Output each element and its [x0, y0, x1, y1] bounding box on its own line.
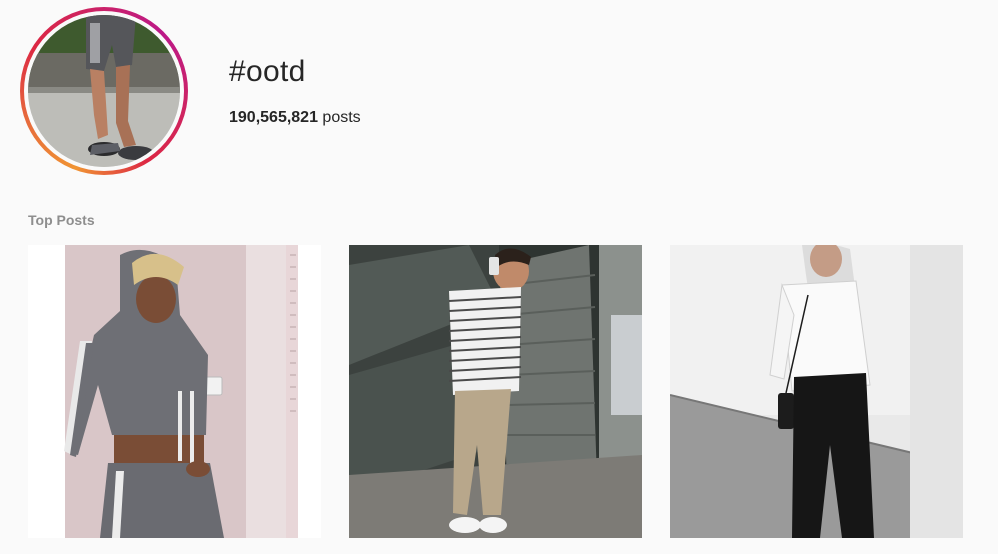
- top-post-1[interactable]: [28, 245, 321, 538]
- top-post-1-image: [28, 245, 321, 538]
- post-count-suffix: posts: [317, 109, 361, 126]
- hashtag-avatar: [20, 7, 188, 175]
- hashtag-title: #ootd: [229, 55, 306, 88]
- top-posts-heading: Top Posts: [28, 212, 95, 228]
- post-count: 190,565,821 posts: [229, 109, 361, 127]
- post-count-number: 190,565,821: [229, 109, 318, 126]
- top-post-3-image: [670, 245, 963, 538]
- top-post-3[interactable]: [670, 245, 963, 538]
- top-posts-grid: [28, 245, 963, 538]
- hashtag-avatar-photo: [28, 15, 180, 167]
- top-post-2-image: [349, 245, 642, 538]
- top-post-2[interactable]: [349, 245, 642, 538]
- avatar-ring-gap: [24, 11, 184, 171]
